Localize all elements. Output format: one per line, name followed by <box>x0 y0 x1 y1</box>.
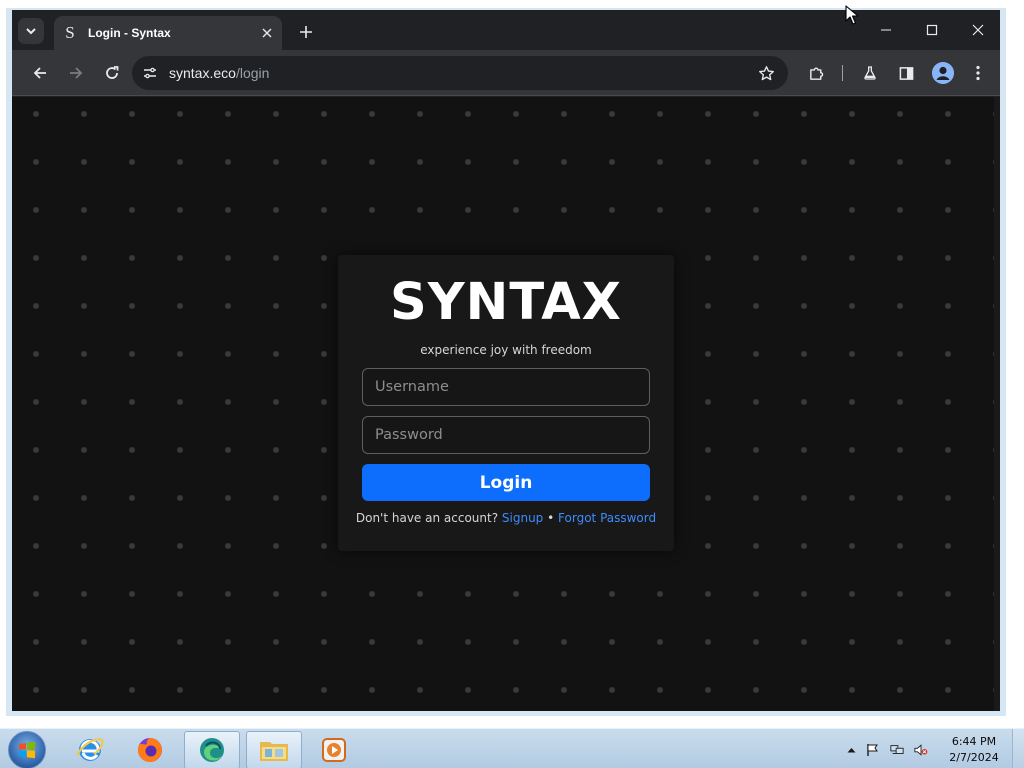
star-icon <box>758 65 774 80</box>
new-tab-button[interactable] <box>294 20 318 44</box>
browser-toolbar: syntax.eco/login <box>12 50 1000 96</box>
brand-logo-text: SYNTAX <box>390 273 622 332</box>
url-path: /login <box>235 65 270 81</box>
media-player-icon <box>322 738 346 762</box>
close-icon <box>972 24 984 36</box>
forgot-password-link[interactable]: Forgot Password <box>558 511 656 525</box>
show-hidden-icons-button[interactable] <box>844 743 858 757</box>
volume-muted-icon <box>914 744 928 756</box>
flask-icon <box>864 66 876 80</box>
address-bar[interactable]: syntax.eco/login <box>132 56 788 90</box>
clock-time: 6:44 PM <box>951 735 997 748</box>
taskbar-internet-explorer[interactable] <box>62 731 118 768</box>
minimize-icon <box>881 29 891 31</box>
arrow-left-icon <box>33 67 46 79</box>
taskbar-media-player[interactable] <box>306 731 362 768</box>
plus-icon <box>300 26 312 38</box>
no-account-text: Don't have an account? <box>355 511 499 525</box>
browser-menu-button[interactable] <box>966 61 990 85</box>
network-icon <box>890 745 904 754</box>
side-panel-button[interactable] <box>894 61 918 85</box>
taskbar-edge[interactable] <box>184 731 240 768</box>
login-card: SYNTAX experience joy with freedom Login… <box>338 255 674 551</box>
browser-window: S Login - Syntax syntax.eco /login SYNTA… <box>6 8 1006 716</box>
arrow-right-icon <box>70 67 83 79</box>
clock-date: 2/7/2024 <box>949 751 999 764</box>
maximize-icon <box>926 24 938 36</box>
chevron-down-icon <box>26 28 36 35</box>
bookmark-button[interactable] <box>756 63 776 83</box>
taskbar-firefox[interactable] <box>122 731 178 768</box>
tab-title: Login - Syntax <box>88 26 171 40</box>
network-tray-icon[interactable] <box>890 743 904 757</box>
username-input[interactable] <box>362 368 650 406</box>
show-desktop-button[interactable] <box>1012 729 1024 768</box>
taskbar-file-explorer[interactable] <box>246 731 302 768</box>
tune-icon <box>144 67 156 79</box>
profile-icon <box>932 62 954 84</box>
site-info-button[interactable] <box>140 63 160 83</box>
reload-button[interactable] <box>100 61 124 85</box>
close-icon <box>262 28 272 38</box>
firefox-icon <box>137 738 162 762</box>
folder-icon <box>260 742 288 761</box>
reload-icon <box>106 66 119 79</box>
link-separator: • <box>547 511 555 525</box>
account-links: Don't have an account? Signup • Forgot P… <box>338 511 674 525</box>
page-content: SYNTAX experience joy with freedom Login… <box>12 97 1000 711</box>
syntax-favicon-icon: S <box>65 23 75 42</box>
forward-button[interactable] <box>64 61 88 85</box>
kebab-menu-icon <box>976 65 980 81</box>
edge-icon <box>200 738 224 762</box>
taskbar-clock[interactable]: 6:44 PM 2/7/2024 <box>944 734 1004 766</box>
tagline: experience joy with freedom <box>420 343 592 357</box>
close-window-button[interactable] <box>960 18 996 42</box>
maximize-button[interactable] <box>914 18 950 42</box>
puzzle-icon <box>809 67 823 80</box>
page-scrollbar[interactable] <box>994 97 1000 711</box>
tab-search-button[interactable] <box>18 18 44 44</box>
internet-explorer-icon <box>75 738 104 761</box>
flag-icon <box>867 744 878 756</box>
action-center-tray-icon[interactable] <box>866 743 880 757</box>
extensions-button[interactable] <box>804 61 828 85</box>
side-panel-icon <box>899 66 913 80</box>
labs-button[interactable] <box>858 61 882 85</box>
signup-link[interactable]: Signup <box>502 511 543 525</box>
password-input[interactable] <box>362 416 650 454</box>
windows-logo-icon <box>19 741 35 759</box>
toolbar-separator <box>842 65 843 81</box>
tab-login-syntax[interactable]: S Login - Syntax <box>54 16 282 50</box>
back-button[interactable] <box>28 61 52 85</box>
volume-tray-icon[interactable] <box>914 743 928 757</box>
tab-close-button[interactable] <box>256 22 278 44</box>
start-button[interactable] <box>8 731 46 768</box>
url-host: syntax.eco <box>169 65 236 81</box>
profile-button[interactable] <box>932 62 954 84</box>
login-button[interactable]: Login <box>362 464 650 501</box>
chevron-up-icon <box>847 748 855 753</box>
minimize-button[interactable] <box>868 18 904 42</box>
browser-frame: S Login - Syntax syntax.eco /login SYNTA… <box>12 10 1000 711</box>
mouse-cursor-icon <box>845 5 859 25</box>
taskbar: 6:44 PM 2/7/2024 <box>0 728 1024 768</box>
